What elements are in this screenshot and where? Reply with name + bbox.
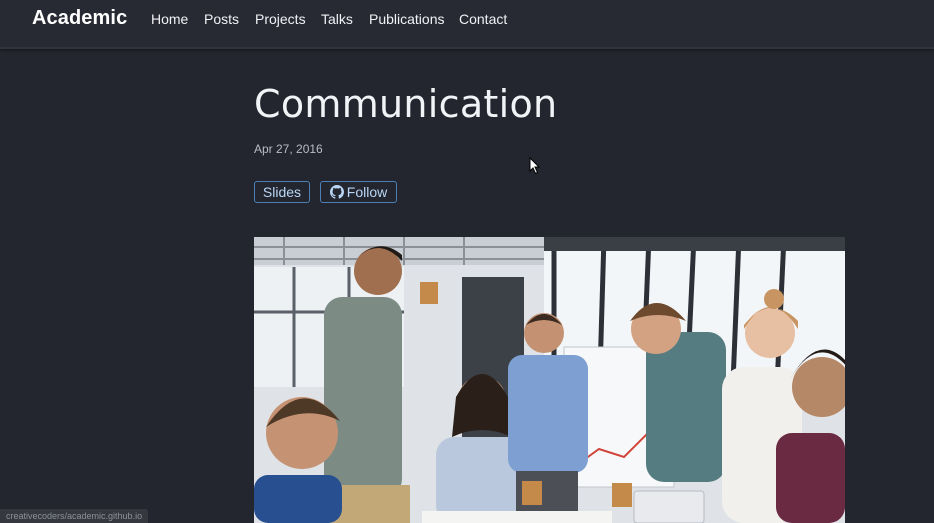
nav-projects[interactable]: Projects <box>255 11 306 27</box>
slides-button-label: Slides <box>262 184 302 200</box>
follow-button-label: Follow <box>346 184 388 200</box>
nav-contact[interactable]: Contact <box>459 11 507 27</box>
office-meeting-photo <box>254 237 845 523</box>
nav-posts[interactable]: Posts <box>204 11 239 27</box>
page-title: Communication <box>254 82 558 126</box>
status-bar-url: creativecoders/academic.github.io <box>0 509 149 523</box>
post-date: Apr 27, 2016 <box>254 142 323 156</box>
nav-talks[interactable]: Talks <box>321 11 353 27</box>
post-hero-image <box>254 237 845 523</box>
nav-publications[interactable]: Publications <box>369 11 445 27</box>
follow-button[interactable]: Follow <box>320 181 397 203</box>
mouse-cursor-icon <box>529 157 541 175</box>
site-brand[interactable]: Academic <box>32 7 127 30</box>
github-icon <box>329 185 344 199</box>
nav-home[interactable]: Home <box>151 11 188 27</box>
slides-button[interactable]: Slides <box>254 181 310 203</box>
top-navbar: Academic Home Posts Projects Talks Publi… <box>0 0 934 49</box>
